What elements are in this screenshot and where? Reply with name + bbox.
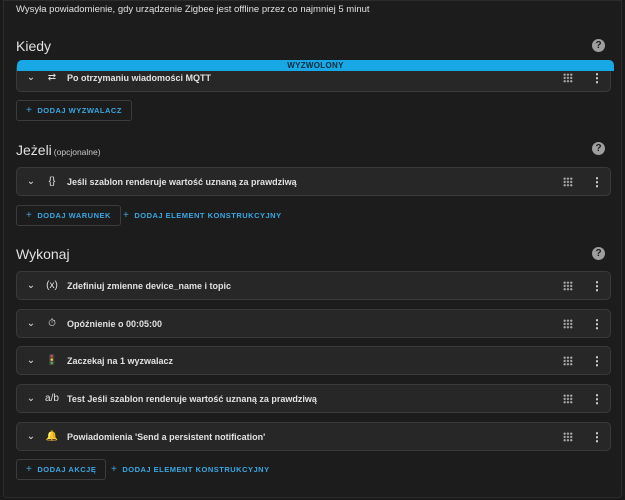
more-vertical-icon[interactable]: ⋮ [590, 72, 604, 84]
condition-card[interactable]: ⌄ {} Jeśli szablon renderuje wartość uzn… [16, 167, 611, 196]
template-icon: {} [48, 176, 56, 187]
drag-handle-icon[interactable] [563, 355, 573, 366]
chevron-down-icon[interactable]: ⌄ [21, 280, 41, 291]
plus-icon: + [26, 464, 33, 475]
section-title-if: Jeżeli (opcjonalne) [16, 142, 101, 158]
then-title: Wykonaj [16, 246, 70, 262]
trigger-label: Po otrzymaniu wiadomości MQTT [67, 72, 212, 83]
automation-description: Wysyła powiadomienie, gdy urządzenie Zig… [16, 4, 370, 15]
more-vertical-icon[interactable]: ⋮ [590, 431, 604, 443]
help-icon[interactable]: ? [592, 247, 605, 260]
timer-icon: ⏱ [48, 318, 56, 329]
add-trigger-button[interactable]: + DODAJ WYZWALACZ [16, 100, 132, 121]
traffic-light-icon: 🚦 [45, 355, 59, 366]
if-title: Jeżeli [16, 142, 52, 158]
add-action-label: DODAJ AKCJĘ [37, 465, 97, 474]
help-icon[interactable]: ? [592, 142, 605, 155]
action-card[interactable]: ⌄ ⏱ Opóźnienie o 00:05:00 ⋮ [16, 309, 611, 338]
plus-icon: + [26, 210, 33, 221]
drag-handle-icon[interactable] [563, 72, 573, 83]
drag-handle-icon[interactable] [563, 176, 573, 187]
drag-handle-icon[interactable] [563, 280, 573, 291]
action-label: Zdefiniuj zmienne device_name i topic [67, 280, 232, 291]
chevron-down-icon[interactable]: ⌄ [21, 318, 41, 329]
condition-label: Jeśli szablon renderuje wartość uznaną z… [67, 176, 297, 187]
triggered-badge: WYZWOLONY [17, 60, 614, 71]
drag-handle-icon[interactable] [563, 431, 573, 442]
more-vertical-icon[interactable]: ⋮ [590, 176, 604, 188]
add-condition-button[interactable]: + DODAJ WARUNEK [16, 205, 121, 226]
section-title-when: Kiedy [16, 38, 51, 54]
action-card[interactable]: ⌄ 🚦 Zaczekaj na 1 wyzwalacz ⋮ [16, 346, 611, 375]
add-condition-label: DODAJ WARUNEK [37, 211, 111, 220]
action-label: Powiadomienia 'Send a persistent notific… [67, 431, 266, 442]
chevron-down-icon[interactable]: ⌄ [21, 431, 41, 442]
more-vertical-icon[interactable]: ⋮ [590, 355, 604, 367]
add-action-button[interactable]: + DODAJ AKCJĘ [16, 459, 107, 480]
action-label: Opóźnienie o 00:05:00 [67, 318, 163, 329]
plus-icon: + [26, 105, 33, 116]
action-card[interactable]: ⌄ a/b Test Jeśli szablon renderuje warto… [16, 384, 611, 413]
add-trigger-label: DODAJ WYZWALACZ [37, 106, 122, 115]
more-vertical-icon[interactable]: ⋮ [590, 280, 604, 292]
plus-icon: + [111, 464, 118, 475]
bell-icon: 🔔 [45, 431, 59, 442]
add-building-block-label: DODAJ ELEMENT KONSTRUKCYJNY [122, 465, 270, 474]
variables-icon: (x) [46, 280, 58, 291]
chevron-down-icon[interactable]: ⌄ [21, 176, 41, 187]
add-building-block-button[interactable]: + DODAJ ELEMENT KONSTRUKCYJNY [114, 205, 291, 226]
section-title-then: Wykonaj [16, 246, 70, 262]
chevron-down-icon[interactable]: ⌄ [21, 355, 41, 366]
action-card[interactable]: ⌄ (x) Zdefiniuj zmienne device_name i to… [16, 271, 611, 300]
ab-test-icon: a/b [45, 393, 59, 404]
action-label: Test Jeśli szablon renderuje wartość uzn… [67, 393, 317, 404]
action-card[interactable]: ⌄ 🔔 Powiadomienia 'Send a persistent not… [16, 422, 611, 451]
help-icon[interactable]: ? [592, 39, 605, 52]
plus-icon: + [123, 210, 130, 221]
more-vertical-icon[interactable]: ⋮ [590, 393, 604, 405]
automation-editor: Wysyła powiadomienie, gdy urządzenie Zig… [3, 0, 622, 498]
when-title: Kiedy [16, 38, 52, 54]
drag-handle-icon[interactable] [563, 393, 573, 404]
chevron-down-icon[interactable]: ⌄ [21, 72, 41, 83]
action-label: Zaczekaj na 1 wyzwalacz [67, 355, 174, 366]
chevron-down-icon[interactable]: ⌄ [21, 393, 41, 404]
if-subtitle: (opcjonalne) [53, 147, 101, 157]
add-building-block-label: DODAJ ELEMENT KONSTRUKCYJNY [134, 211, 282, 220]
add-building-block-button[interactable]: + DODAJ ELEMENT KONSTRUKCYJNY [102, 459, 279, 480]
drag-handle-icon[interactable] [563, 318, 573, 329]
more-vertical-icon[interactable]: ⋮ [590, 318, 604, 330]
trigger-card[interactable]: WYZWOLONY ⌄ ⇄ Po otrzymaniu wiadomości M… [16, 60, 614, 92]
mqtt-icon: ⇄ [47, 72, 57, 83]
